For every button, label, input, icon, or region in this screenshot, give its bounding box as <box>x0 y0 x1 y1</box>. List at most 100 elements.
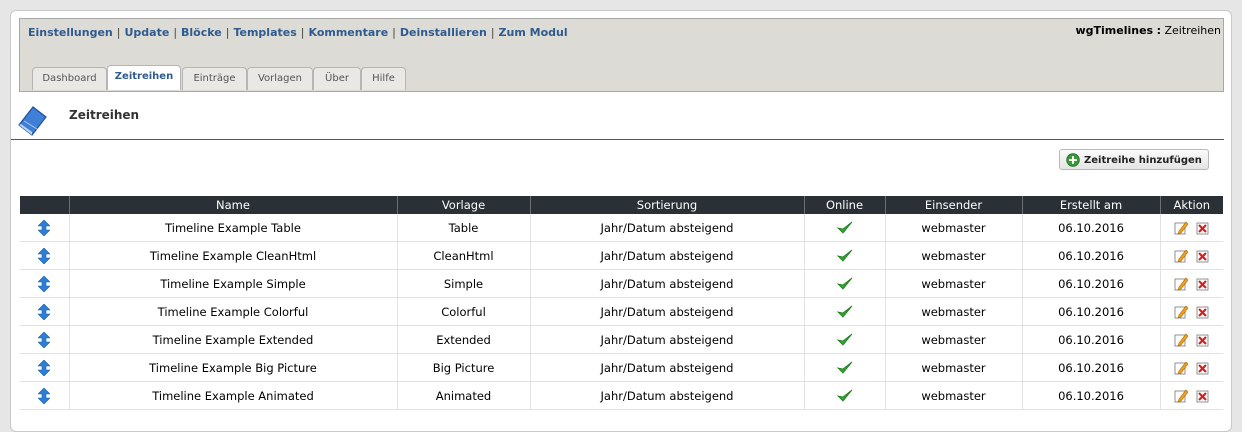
col-created-header: Erstellt am <box>1022 196 1161 214</box>
nav-link-update[interactable]: Update <box>124 26 169 39</box>
table-header-row: Name Vorlage Sortierung Online Einsender… <box>20 196 1223 214</box>
nav-separator: | <box>490 26 495 39</box>
table-row: Timeline Example Simple Simple Jahr/Datu… <box>20 269 1223 298</box>
edit-icon[interactable] <box>1174 221 1188 235</box>
col-sort-header <box>20 196 70 214</box>
name-cell: Timeline Example Simple <box>69 269 398 298</box>
created-cell: 06.10.2016 <box>1022 214 1161 242</box>
delete-icon[interactable] <box>1196 249 1210 263</box>
updown-arrow-icon[interactable] <box>38 247 51 264</box>
online-cell <box>804 381 886 410</box>
updown-arrow-icon[interactable] <box>38 331 51 348</box>
template-cell: Simple <box>397 269 531 298</box>
updown-arrow-icon[interactable] <box>38 219 51 236</box>
template-cell: Big Picture <box>397 353 531 382</box>
nav-separator: | <box>116 26 121 39</box>
tab-eintraege[interactable]: Einträge <box>182 67 247 90</box>
name-cell: Timeline Example Table <box>69 214 398 242</box>
sort-cell <box>20 214 70 242</box>
updown-arrow-icon[interactable] <box>38 387 51 404</box>
online-cell <box>804 241 886 270</box>
breadcrumb-separator: : <box>1156 24 1161 37</box>
add-timeline-button[interactable]: Zeitreihe hinzufügen <box>1059 149 1209 170</box>
tab-vorlagen[interactable]: Vorlagen <box>247 67 313 90</box>
delete-icon[interactable] <box>1196 305 1210 319</box>
tab-zeitreihen[interactable]: Zeitreihen <box>107 65 181 90</box>
edit-icon[interactable] <box>1174 361 1188 375</box>
name-cell: Timeline Example Animated <box>69 381 398 410</box>
sort-order-cell: Jahr/Datum absteigend <box>530 353 805 382</box>
updown-arrow-icon[interactable] <box>38 359 51 376</box>
sort-order-cell: Jahr/Datum absteigend <box>530 269 805 298</box>
submitter-cell: webmaster <box>885 353 1023 382</box>
edit-icon[interactable] <box>1174 389 1188 403</box>
nav-link-zum-modul[interactable]: Zum Modul <box>499 26 568 39</box>
nav-link-templates[interactable]: Templates <box>233 26 296 39</box>
submitter-cell: webmaster <box>885 297 1023 326</box>
sort-cell <box>20 297 70 326</box>
check-icon[interactable] <box>836 333 853 347</box>
table-row: Timeline Example CleanHtml CleanHtml Jah… <box>20 241 1223 270</box>
sort-order-cell: Jahr/Datum absteigend <box>530 325 805 354</box>
template-cell: Table <box>397 214 531 242</box>
check-icon[interactable] <box>836 249 853 263</box>
check-icon[interactable] <box>836 305 853 319</box>
sort-cell <box>20 353 70 382</box>
module-breadcrumb: wgTimelines : Zeitreihen <box>1075 24 1221 37</box>
col-sort-order-header: Sortierung <box>530 196 805 214</box>
submitter-cell: webmaster <box>885 241 1023 270</box>
delete-icon[interactable] <box>1196 333 1210 347</box>
table-row: Timeline Example Extended Extended Jahr/… <box>20 325 1223 354</box>
submitter-cell: webmaster <box>885 269 1023 298</box>
updown-arrow-icon[interactable] <box>38 275 51 292</box>
table-body: Timeline Example Table Table Jahr/Datum … <box>20 214 1223 410</box>
sort-cell <box>20 381 70 410</box>
template-cell: CleanHtml <box>397 241 531 270</box>
admin-header: Einstellungen | Update | Blöcke | Templates | Ko… <box>19 18 1224 92</box>
add-timeline-label: Zeitreihe hinzufügen <box>1084 155 1202 166</box>
tab-hilfe[interactable]: Hilfe <box>361 67 406 90</box>
created-cell: 06.10.2016 <box>1022 381 1161 410</box>
module-nav: Einstellungen | Update | Blöcke | Templates | Ko… <box>28 26 568 39</box>
nav-link-kommentare[interactable]: Kommentare <box>309 26 389 39</box>
edit-icon[interactable] <box>1174 249 1188 263</box>
template-cell: Animated <box>397 381 531 410</box>
online-cell <box>804 297 886 326</box>
page-header: Zeitreihen <box>11 103 1224 140</box>
nav-link-einstellungen[interactable]: Einstellungen <box>28 26 113 39</box>
sort-cell <box>20 325 70 354</box>
nav-link-bloecke[interactable]: Blöcke <box>181 26 222 39</box>
tab-dashboard[interactable]: Dashboard <box>32 67 107 90</box>
delete-icon[interactable] <box>1196 389 1210 403</box>
delete-icon[interactable] <box>1196 221 1210 235</box>
created-cell: 06.10.2016 <box>1022 297 1161 326</box>
edit-icon[interactable] <box>1174 333 1188 347</box>
sort-order-cell: Jahr/Datum absteigend <box>530 381 805 410</box>
action-cell <box>1160 381 1223 410</box>
tab-ueber[interactable]: Über <box>313 67 361 90</box>
online-cell <box>804 353 886 382</box>
check-icon[interactable] <box>836 221 853 235</box>
submitter-cell: webmaster <box>885 325 1023 354</box>
edit-icon[interactable] <box>1174 277 1188 291</box>
template-cell: Extended <box>397 325 531 354</box>
created-cell: 06.10.2016 <box>1022 325 1161 354</box>
nav-separator: | <box>392 26 396 39</box>
nav-separator: | <box>173 26 178 39</box>
check-icon[interactable] <box>836 361 853 375</box>
delete-icon[interactable] <box>1196 277 1210 291</box>
table-row: Timeline Example Big Picture Big Picture… <box>20 353 1223 382</box>
check-icon[interactable] <box>836 277 853 291</box>
table-row: Timeline Example Animated Animated Jahr/… <box>20 381 1223 410</box>
table-row: Timeline Example Table Table Jahr/Datum … <box>20 214 1223 242</box>
timelines-table: Name Vorlage Sortierung Online Einsender… <box>20 196 1223 410</box>
created-cell: 06.10.2016 <box>1022 241 1161 270</box>
name-cell: Timeline Example Colorful <box>69 297 398 326</box>
table-row: Timeline Example Colorful Colorful Jahr/… <box>20 297 1223 326</box>
delete-icon[interactable] <box>1196 361 1210 375</box>
page-title: Zeitreihen <box>69 108 140 122</box>
updown-arrow-icon[interactable] <box>38 303 51 320</box>
check-icon[interactable] <box>836 389 853 403</box>
nav-link-deinstallieren[interactable]: Deinstallieren <box>400 26 487 39</box>
edit-icon[interactable] <box>1174 305 1188 319</box>
